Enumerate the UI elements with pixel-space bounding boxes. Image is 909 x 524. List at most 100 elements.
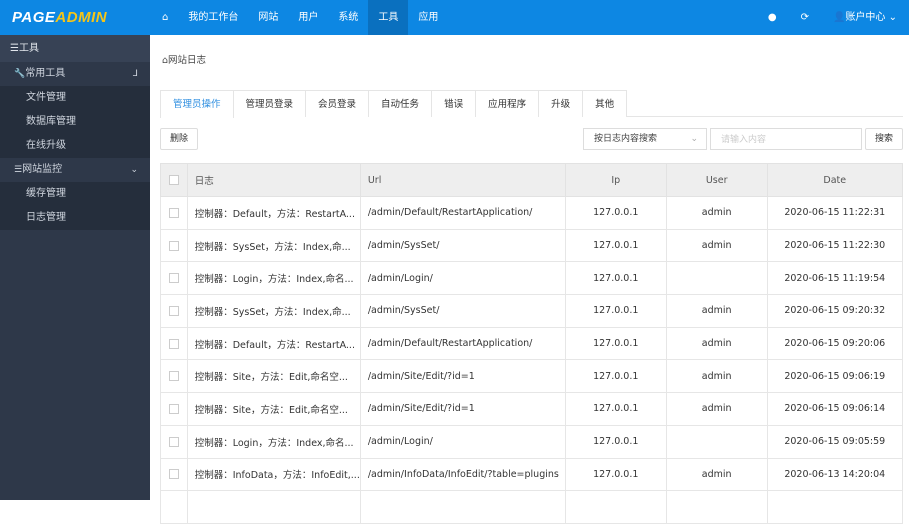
table-cell [766, 490, 904, 524]
table-row: 控制器：Default，方法：RestartA.../admin/Default… [160, 196, 904, 230]
nav-item[interactable]: 应用 [408, 0, 448, 35]
checkbox-cell [160, 424, 188, 459]
row-checkbox[interactable] [168, 436, 179, 447]
table-cell: 127.0.0.1 [564, 294, 667, 328]
row-checkbox[interactable] [168, 403, 179, 414]
table-cell [186, 490, 361, 524]
table-cell: 127.0.0.1 [564, 359, 667, 394]
table-cell: 2020-06-15 11:22:30 [766, 228, 904, 263]
select-all-checkbox[interactable] [168, 175, 179, 185]
nav-item[interactable]: 系统 [328, 0, 368, 35]
sidebar-title: ☰工具 [0, 35, 150, 62]
table-cell: 2020-06-15 09:20:06 [766, 326, 904, 361]
nav-item[interactable]: 用户 [288, 0, 328, 35]
checkbox-cell [160, 392, 188, 426]
column-header: Url [359, 163, 566, 197]
table-cell: /admin/InfoData/InfoEdit/?table=plugins [359, 457, 566, 492]
table-row: 控制器：InfoData，方法：InfoEdit,.../admin/InfoD… [160, 457, 904, 492]
table-cell: 127.0.0.1 [564, 228, 667, 263]
delete-button[interactable]: 删除 [160, 128, 199, 150]
table-cell: 2020-06-15 11:19:54 [766, 261, 904, 296]
table-cell: 127.0.0.1 [564, 326, 667, 361]
table-cell: /admin/Login/ [359, 261, 566, 296]
table-cell: 127.0.0.1 [564, 196, 667, 230]
account-menu[interactable]: 👤账户中心 ⌄ [821, 0, 909, 35]
sidebar-group-label: 常用工具 [25, 68, 66, 79]
row-checkbox[interactable] [168, 273, 179, 284]
table-cell: 控制器：Default，方法：RestartA... [186, 196, 361, 230]
top-bar: PAGEADMIN ⌂ 我的工作台 网站 用户 系统 工具 应用 ● ⟳ 👤账户中心 ⌄ [0, 0, 909, 35]
search-type-select[interactable]: 按日志内容搜索 ⌄ [583, 128, 707, 150]
row-checkbox[interactable] [168, 469, 179, 480]
table-row: 控制器：SysSet，方法：Index,命.../admin/SysSet/12… [160, 228, 904, 263]
sidebar-item[interactable]: 日志管理 [0, 206, 150, 230]
table-cell: /admin/SysSet/ [359, 294, 566, 328]
search-input[interactable] [710, 128, 862, 150]
table-cell: /admin/Default/RestartApplication/ [359, 326, 566, 361]
table-cell: admin [665, 228, 768, 263]
tab[interactable]: 错误 [431, 90, 477, 117]
checkbox-cell [160, 359, 188, 394]
checkbox-cell [160, 196, 188, 230]
logo[interactable]: PAGEADMIN [12, 9, 107, 26]
table-cell: /admin/SysSet/ [359, 228, 566, 263]
table-cell: 127.0.0.1 [564, 261, 667, 296]
checkbox-cell [160, 228, 188, 263]
tab[interactable]: 管理员操作 [160, 90, 234, 118]
sidebar: ☰工具 🔧常用工具 ⅃ 文件管理 数据库管理 在线升级 ☰网站监控 ⌄ 缓存管理 日志管理 [0, 35, 150, 500]
tab[interactable]: 管理员登录 [232, 90, 307, 117]
table-cell: 2020-06-15 09:06:19 [766, 359, 904, 394]
row-checkbox[interactable] [168, 371, 179, 382]
tab[interactable]: 会员登录 [305, 90, 370, 117]
table-row: 控制器：Site，方法：Edit,命名空.../admin/Site/Edit/… [160, 359, 904, 394]
row-checkbox[interactable] [168, 207, 179, 218]
table-cell [665, 261, 768, 296]
chevron-collapse-icon: ⅃ [132, 69, 138, 79]
table-cell: 2020-06-15 09:06:14 [766, 392, 904, 426]
nav-item[interactable]: 网站 [248, 0, 288, 35]
table-cell: 控制器：SysSet，方法：Index,命... [186, 228, 361, 263]
table-cell: 控制器：Site，方法：Edit,命名空... [186, 392, 361, 426]
table-cell: admin [665, 392, 768, 426]
tab[interactable]: 自动任务 [368, 90, 433, 117]
table-cell: 2020-06-15 09:20:32 [766, 294, 904, 328]
table-cell: 控制器：Site，方法：Edit,命名空... [186, 359, 361, 394]
sidebar-submenu: 文件管理 数据库管理 在线升级 [0, 86, 150, 158]
sidebar-item[interactable]: 在线升级 [0, 134, 150, 158]
sidebar-group[interactable]: ☰网站监控 ⌄ [0, 158, 150, 182]
sidebar-item[interactable]: 文件管理 [0, 86, 150, 110]
nav-item[interactable]: 我的工作台 [178, 0, 248, 35]
globe-icon[interactable]: ● [756, 0, 789, 35]
table-cell [359, 490, 566, 524]
sidebar-group[interactable]: 🔧常用工具 ⅃ [0, 62, 150, 86]
checkbox-cell [160, 294, 188, 328]
row-checkbox[interactable] [168, 240, 179, 251]
table-cell [665, 490, 768, 524]
table-row [160, 490, 904, 524]
table-cell: /admin/Site/Edit/?id=1 [359, 392, 566, 426]
table-cell: 控制器：InfoData，方法：InfoEdit,... [186, 457, 361, 492]
table-cell: admin [665, 359, 768, 394]
tab[interactable]: 应用程序 [475, 90, 540, 117]
sidebar-item[interactable]: 数据库管理 [0, 110, 150, 134]
sidebar-item[interactable]: 缓存管理 [0, 182, 150, 206]
tab[interactable]: 升级 [538, 90, 584, 117]
log-table: 日志 Url Ip User Date 控制器：Default，方法：RestartA.… [160, 163, 904, 524]
table-cell: 127.0.0.1 [564, 424, 667, 459]
refresh-icon[interactable]: ⟳ [789, 0, 821, 35]
home-icon[interactable]: ⌂ [152, 0, 178, 35]
table-cell: 控制器：Login，方法：Index,命名... [186, 261, 361, 296]
nav-item[interactable]: 工具 [368, 0, 409, 35]
table-cell: admin [665, 457, 768, 492]
row-checkbox[interactable] [168, 305, 179, 316]
search-button[interactable]: 搜索 [865, 128, 903, 150]
table-cell: 控制器：Default，方法：RestartA... [186, 326, 361, 361]
table-cell [160, 490, 188, 524]
column-header: 日志 [186, 163, 361, 197]
breadcrumb: ⌂网站日志 [162, 55, 207, 66]
chevron-down-icon: ⌄ [130, 165, 138, 175]
row-checkbox[interactable] [168, 338, 179, 349]
table-cell [665, 424, 768, 459]
checkbox-cell [160, 457, 188, 492]
tab[interactable]: 其他 [582, 90, 628, 117]
